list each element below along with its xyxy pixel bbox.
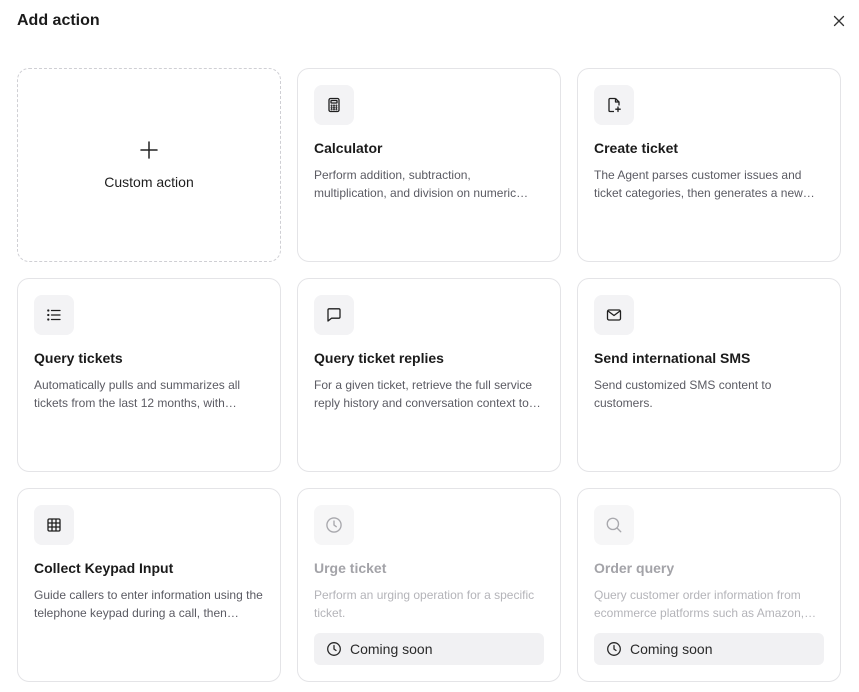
dialog-title: Add action	[17, 12, 100, 29]
action-card-collect-keypad-input[interactable]: Collect Keypad Input Guide callers to en…	[17, 488, 281, 682]
action-card-send-international-sms[interactable]: Send international SMS Send customized S…	[577, 278, 841, 472]
action-card-query-tickets[interactable]: Query tickets Automatically pulls and su…	[17, 278, 281, 472]
calculator-icon	[328, 97, 340, 113]
search-icon	[606, 517, 622, 533]
grid-icon	[47, 518, 61, 532]
card-description: Guide callers to enter information using…	[34, 588, 263, 620]
card-title: Create ticket	[594, 140, 679, 156]
clock-icon	[327, 642, 341, 656]
card-description: Query customer order information from ec…	[594, 588, 805, 620]
card-description: Automatically pulls and summarizes all t…	[34, 378, 241, 410]
custom-action-card[interactable]: Custom action	[17, 68, 281, 262]
close-icon	[833, 15, 845, 27]
card-title: Urge ticket	[314, 560, 387, 576]
mail-icon	[606, 309, 622, 321]
file-plus-icon	[608, 97, 621, 113]
action-card-query-ticket-replies[interactable]: Query ticket replies For a given ticket,…	[297, 278, 561, 472]
clock-icon	[326, 517, 342, 533]
dialog-header: Add action	[17, 10, 849, 32]
action-card-urge-ticket: Urge ticket Perform an urging operation …	[297, 488, 561, 682]
card-description: For a given ticket, retrieve the full se…	[314, 378, 533, 410]
close-button[interactable]	[829, 11, 849, 31]
action-card-create-ticket[interactable]: Create ticket The Agent parses customer …	[577, 68, 841, 262]
card-description: The Agent parses customer issues and tic…	[594, 168, 803, 200]
action-card-order-query: Order query Query customer order informa…	[577, 488, 841, 682]
card-title: Send international SMS	[594, 350, 751, 366]
card-description: Perform addition, subtraction, multiplic…	[314, 168, 517, 200]
card-title: Calculator	[314, 140, 383, 156]
plus-icon	[140, 141, 158, 159]
clock-icon	[607, 642, 621, 656]
message-square-icon	[327, 308, 341, 322]
card-description: Send customized SMS content to customers…	[594, 378, 772, 410]
list-icon	[47, 309, 61, 321]
card-title: Collect Keypad Input	[34, 560, 174, 576]
card-title: Query ticket replies	[314, 350, 444, 366]
coming-soon-label: Coming soon	[630, 641, 713, 657]
action-card-calculator[interactable]: Calculator Perform addition, subtraction…	[297, 68, 561, 262]
coming-soon-label: Coming soon	[350, 641, 433, 657]
card-description: Perform an urging operation for a specif…	[314, 588, 535, 620]
coming-soon-badge: Coming soon	[594, 633, 824, 665]
coming-soon-badge: Coming soon	[314, 633, 544, 665]
custom-action-label: Custom action	[104, 174, 194, 190]
card-title: Query tickets	[34, 350, 123, 366]
card-title: Order query	[594, 560, 675, 576]
action-grid: Custom action Calculator Perform additio…	[17, 68, 841, 682]
